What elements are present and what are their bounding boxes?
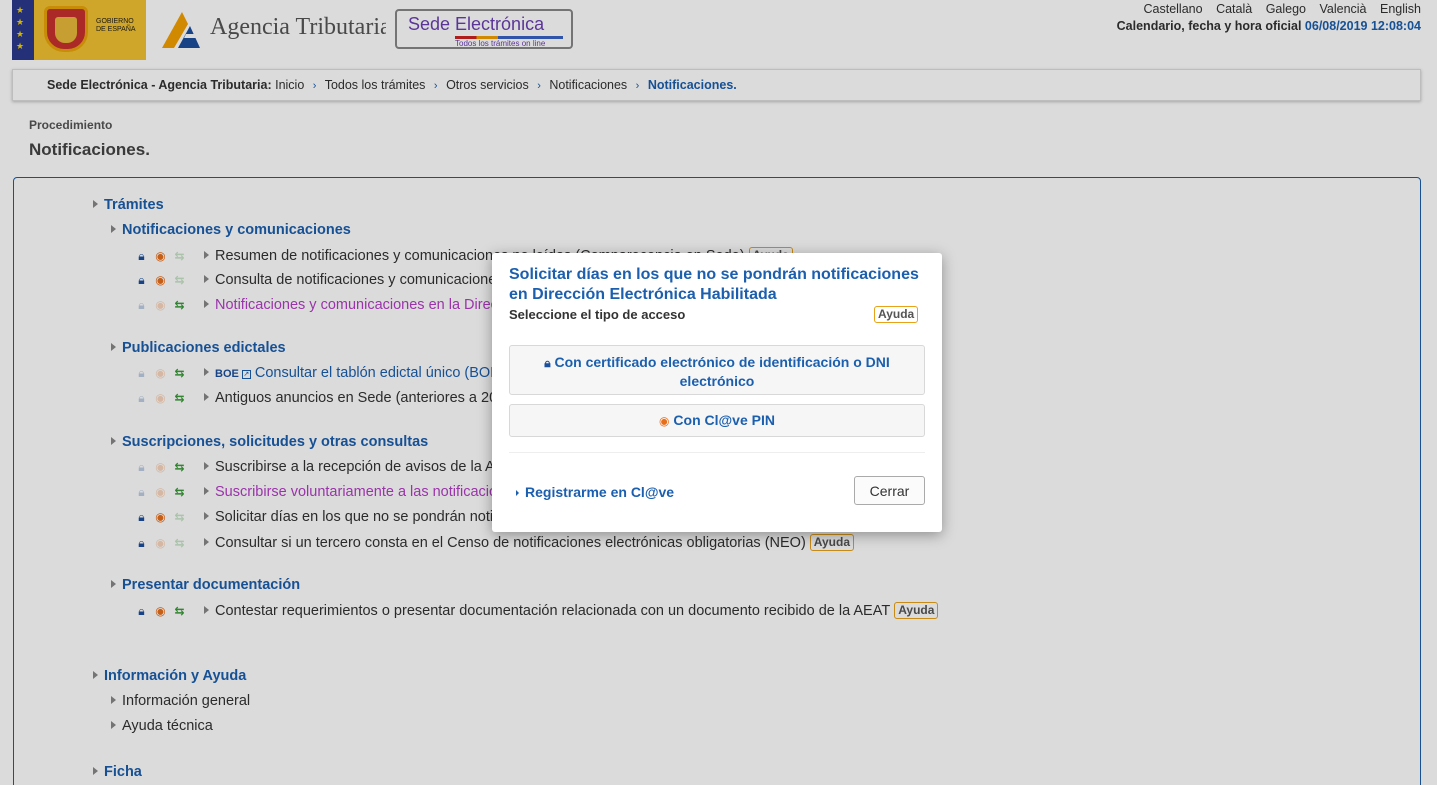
clave-pin-label: Con Cl@ve PIN bbox=[673, 412, 775, 428]
dialog-subtitle: Seleccione el tipo de acceso bbox=[509, 307, 686, 322]
close-button[interactable]: Cerrar bbox=[854, 476, 925, 505]
register-clave-label: Registrarme en Cl@ve bbox=[525, 484, 675, 500]
triangle-right-icon bbox=[516, 490, 519, 496]
dialog-title: Solicitar días en los que no se pondrán … bbox=[509, 266, 919, 303]
register-clave-link[interactable]: Registrarme en Cl@ve bbox=[516, 484, 674, 500]
clave-icon: ◉ bbox=[659, 414, 670, 428]
clave-pin-access-button[interactable]: ◉ Con Cl@ve PIN bbox=[509, 404, 925, 437]
access-type-dialog: Solicitar días en los que no se pondrán … bbox=[492, 253, 942, 532]
dialog-divider bbox=[509, 452, 925, 453]
certificate-access-label: Con certificado electrónico de identific… bbox=[554, 354, 890, 389]
certificate-access-button[interactable]: 🔒︎ Con certificado electrónico de identi… bbox=[509, 345, 925, 395]
dialog-help-button[interactable]: Ayuda bbox=[874, 306, 919, 323]
lock-icon: 🔒︎ bbox=[544, 356, 551, 370]
